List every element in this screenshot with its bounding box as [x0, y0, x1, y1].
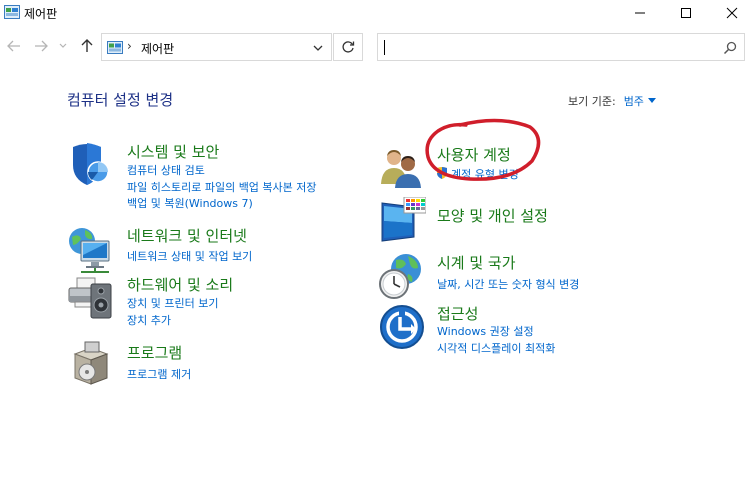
text-caret — [384, 40, 385, 55]
category-link[interactable]: 파일 히스토리로 파일의 백업 복사본 저장 — [127, 179, 317, 195]
close-button[interactable] — [709, 0, 755, 26]
back-button[interactable] — [4, 36, 24, 56]
address-bar[interactable]: › 제어판 — [101, 33, 332, 61]
maximize-button[interactable] — [663, 0, 709, 26]
category-title[interactable]: 사용자 계정 — [437, 144, 511, 165]
view-by-control: 보기 기준: 범주 — [568, 93, 656, 109]
category-title[interactable]: 프로그램 — [127, 342, 182, 363]
control-panel-window: 제어판 › 제어판 컴퓨터 설정 변경 보기 기준: 범주 시스템 및 보안 컴… — [0, 0, 755, 483]
category-link[interactable]: 프로그램 제거 — [127, 366, 191, 382]
forward-button[interactable] — [31, 36, 51, 56]
category-link[interactable]: 장치 및 프린터 보기 — [127, 295, 218, 311]
page-heading: 컴퓨터 설정 변경 — [67, 91, 174, 109]
breadcrumb-control-panel[interactable]: 제어판 — [141, 40, 174, 57]
control-panel-icon — [107, 41, 123, 54]
chevron-down-icon — [59, 43, 67, 48]
category-link[interactable]: 계정 유형 변경 — [451, 166, 519, 182]
category-title[interactable]: 시스템 및 보안 — [127, 141, 219, 162]
forward-arrow-icon — [35, 40, 48, 52]
ease-of-access-icon — [380, 305, 424, 349]
maximize-icon — [681, 8, 691, 18]
category-link[interactable]: 백업 및 복원(Windows 7) — [127, 195, 253, 211]
category-link[interactable]: 시각적 디스플레이 최적화 — [437, 340, 555, 356]
search-icon — [723, 41, 737, 55]
minimize-button[interactable] — [617, 0, 663, 26]
search-input[interactable] — [377, 33, 745, 61]
breadcrumb-separator: › — [127, 39, 132, 53]
up-button[interactable] — [77, 36, 97, 56]
uac-shield-icon — [437, 167, 447, 179]
address-dropdown-icon[interactable] — [311, 42, 325, 54]
category-link[interactable]: 컴퓨터 상태 검토 — [127, 162, 205, 178]
category-title[interactable]: 시계 및 국가 — [437, 252, 516, 273]
shield-icon — [73, 143, 109, 185]
view-by-dropdown-arrow-icon[interactable] — [647, 98, 656, 103]
monitor-palette-icon — [381, 197, 426, 242]
category-link[interactable]: Windows 권장 설정 — [437, 323, 534, 339]
printer-speaker-icon — [68, 277, 112, 319]
category-link[interactable]: 네트워크 상태 및 작업 보기 — [127, 248, 252, 264]
network-globe-icon — [69, 228, 110, 273]
up-arrow-icon — [81, 39, 93, 52]
clock-globe-icon — [379, 254, 421, 299]
category-link[interactable]: 날짜, 시간 또는 숫자 형식 변경 — [437, 276, 579, 292]
control-panel-icon — [4, 5, 20, 19]
category-title[interactable]: 접근성 — [437, 303, 478, 324]
view-by-label: 보기 기준: — [568, 95, 616, 108]
refresh-button[interactable] — [333, 33, 363, 61]
category-title[interactable]: 네트워크 및 인터넷 — [127, 225, 247, 246]
minimize-icon — [635, 12, 645, 14]
title-bar: 제어판 — [0, 0, 755, 26]
category-link[interactable]: 장치 추가 — [127, 312, 171, 328]
recent-locations-button[interactable] — [57, 36, 69, 56]
close-icon — [726, 7, 738, 19]
window-title: 제어판 — [24, 7, 58, 21]
view-by-dropdown[interactable]: 범주 — [624, 95, 644, 108]
category-title[interactable]: 모양 및 개인 설정 — [437, 205, 548, 226]
refresh-icon — [342, 41, 355, 53]
back-arrow-icon — [7, 40, 20, 52]
programs-box-icon — [73, 341, 109, 385]
users-icon — [381, 150, 421, 188]
navigation-bar: › 제어판 — [0, 30, 755, 64]
category-title[interactable]: 하드웨어 및 소리 — [127, 274, 233, 295]
